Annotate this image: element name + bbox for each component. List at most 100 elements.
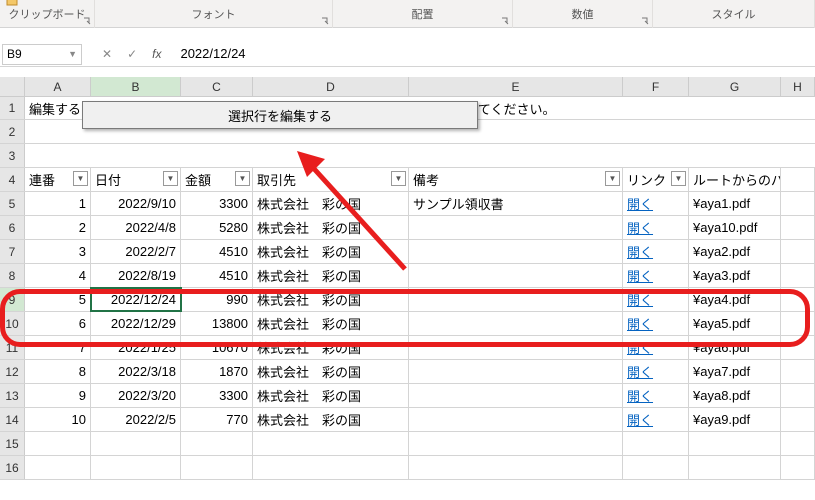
cell-amount[interactable]: 3300: [181, 192, 253, 215]
header-cell[interactable]: 連番▼: [25, 168, 91, 191]
open-link[interactable]: 開く: [627, 242, 653, 261]
row-header[interactable]: 15: [0, 432, 25, 455]
cell-note[interactable]: [409, 264, 623, 287]
cell-link[interactable]: 開く: [623, 360, 689, 383]
cell-empty[interactable]: [781, 336, 815, 359]
cell-seq[interactable]: 3: [25, 240, 91, 263]
dialog-launcher-icon[interactable]: [320, 16, 330, 26]
cell-path[interactable]: ¥aya8.pdf: [689, 384, 781, 407]
header-cell[interactable]: ルートからのパス: [689, 168, 781, 191]
col-header-B[interactable]: B: [91, 77, 181, 96]
cell-link[interactable]: 開く: [623, 288, 689, 311]
cell-vendor[interactable]: 株式会社 彩の国: [253, 408, 409, 431]
cell-note[interactable]: [409, 312, 623, 335]
cell-link[interactable]: 開く: [623, 240, 689, 263]
header-cell[interactable]: 取引先▼: [253, 168, 409, 191]
cell-note[interactable]: [409, 216, 623, 239]
cell-date[interactable]: 2022/12/24: [91, 288, 181, 311]
row-header[interactable]: 8: [0, 264, 25, 287]
header-cell[interactable]: 日付▼: [91, 168, 181, 191]
cell-seq[interactable]: 8: [25, 360, 91, 383]
row-header[interactable]: 5: [0, 192, 25, 215]
cell-amount[interactable]: 770: [181, 408, 253, 431]
cell-date[interactable]: 2022/9/10: [91, 192, 181, 215]
cell-vendor[interactable]: 株式会社 彩の国: [253, 264, 409, 287]
cell-path[interactable]: ¥aya1.pdf: [689, 192, 781, 215]
dialog-launcher-icon[interactable]: [640, 16, 650, 26]
cell-note[interactable]: [409, 240, 623, 263]
cell-vendor[interactable]: 株式会社 彩の国: [253, 336, 409, 359]
filter-dropdown-icon[interactable]: ▼: [671, 171, 686, 186]
cell-seq[interactable]: 1: [25, 192, 91, 215]
cell-seq[interactable]: 5: [25, 288, 91, 311]
cell-empty[interactable]: [781, 312, 815, 335]
cell-vendor[interactable]: 株式会社 彩の国: [253, 216, 409, 239]
row-header[interactable]: 9: [0, 288, 25, 311]
cell-date[interactable]: 2022/3/18: [91, 360, 181, 383]
enter-icon[interactable]: ✓: [127, 47, 137, 61]
chevron-down-icon[interactable]: ▼: [68, 49, 77, 59]
row-header[interactable]: 16: [0, 456, 25, 479]
cell-empty[interactable]: [781, 240, 815, 263]
col-header-E[interactable]: E: [409, 77, 623, 96]
row-header[interactable]: 2: [0, 120, 25, 143]
col-header-A[interactable]: A: [25, 77, 91, 96]
header-cell[interactable]: 備考▼: [409, 168, 623, 191]
row-header[interactable]: 4: [0, 168, 25, 191]
open-link[interactable]: 開く: [627, 338, 653, 357]
cell-empty[interactable]: [781, 216, 815, 239]
cell-amount[interactable]: 1870: [181, 360, 253, 383]
cell-amount[interactable]: 10670: [181, 336, 253, 359]
cell-amount[interactable]: 5280: [181, 216, 253, 239]
col-header-H[interactable]: H: [781, 77, 815, 96]
row-header[interactable]: 14: [0, 408, 25, 431]
cell-note[interactable]: [409, 360, 623, 383]
cell-amount[interactable]: 13800: [181, 312, 253, 335]
cell-empty[interactable]: [781, 192, 815, 215]
formula-bar[interactable]: 2022/12/24: [176, 44, 815, 65]
cell-link[interactable]: 開く: [623, 312, 689, 335]
cell-date[interactable]: 2022/4/8: [91, 216, 181, 239]
cell-note[interactable]: サンプル領収書: [409, 192, 623, 215]
header-cell[interactable]: [781, 168, 815, 191]
cell-date[interactable]: 2022/3/20: [91, 384, 181, 407]
cell-note[interactable]: [409, 288, 623, 311]
cell-amount[interactable]: 3300: [181, 384, 253, 407]
cell-vendor[interactable]: 株式会社 彩の国: [253, 384, 409, 407]
cell-amount[interactable]: 4510: [181, 264, 253, 287]
cell-empty[interactable]: [781, 360, 815, 383]
row-header[interactable]: 12: [0, 360, 25, 383]
filter-dropdown-icon[interactable]: ▼: [235, 171, 250, 186]
row-header[interactable]: 1: [0, 97, 25, 119]
dialog-launcher-icon[interactable]: [500, 16, 510, 26]
open-link[interactable]: 開く: [627, 314, 653, 333]
cell-path[interactable]: ¥aya3.pdf: [689, 264, 781, 287]
row-header[interactable]: 11: [0, 336, 25, 359]
dialog-launcher-icon[interactable]: [82, 16, 92, 26]
col-header-D[interactable]: D: [253, 77, 409, 96]
cell-empty[interactable]: [781, 408, 815, 431]
cell-path[interactable]: ¥aya5.pdf: [689, 312, 781, 335]
open-link[interactable]: 開く: [627, 410, 653, 429]
cell-note[interactable]: [409, 408, 623, 431]
cell-seq[interactable]: 6: [25, 312, 91, 335]
filter-dropdown-icon[interactable]: ▼: [391, 171, 406, 186]
cell-vendor[interactable]: 株式会社 彩の国: [253, 288, 409, 311]
col-header-F[interactable]: F: [623, 77, 689, 96]
cell-seq[interactable]: 4: [25, 264, 91, 287]
cell-path[interactable]: ¥aya6.pdf: [689, 336, 781, 359]
cell-date[interactable]: 2022/2/5: [91, 408, 181, 431]
cell-empty[interactable]: [781, 384, 815, 407]
header-cell[interactable]: リンク▼: [623, 168, 689, 191]
cell-link[interactable]: 開く: [623, 192, 689, 215]
cell-empty[interactable]: [781, 264, 815, 287]
row-header[interactable]: 6: [0, 216, 25, 239]
cell-date[interactable]: 2022/8/19: [91, 264, 181, 287]
cell-path[interactable]: ¥aya4.pdf: [689, 288, 781, 311]
row-header[interactable]: 3: [0, 144, 25, 167]
open-link[interactable]: 開く: [627, 362, 653, 381]
cell-path[interactable]: ¥aya7.pdf: [689, 360, 781, 383]
row-header[interactable]: 13: [0, 384, 25, 407]
cell-seq[interactable]: 10: [25, 408, 91, 431]
open-link[interactable]: 開く: [627, 266, 653, 285]
